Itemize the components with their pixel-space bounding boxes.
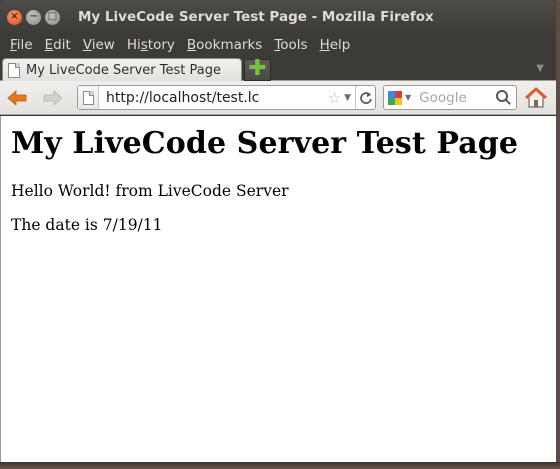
back-arrow-icon (7, 90, 27, 106)
page-content: My LiveCode Server Test Page Hello World… (0, 116, 556, 462)
navigation-toolbar: http://localhost/test.lc ☆ ▼ ▼ Google (0, 81, 556, 115)
search-icon[interactable] (496, 90, 508, 102)
forward-arrow-icon (43, 90, 63, 106)
menu-file[interactable]: File (4, 37, 39, 53)
tab-strip: My LiveCode Server Test Page ✚ ▼ (0, 56, 556, 82)
page-heading: My LiveCode Server Test Page (11, 126, 519, 161)
bookmark-star-icon[interactable]: ☆ (328, 89, 341, 107)
menu-help[interactable]: Help (314, 37, 357, 53)
back-button[interactable] (6, 87, 28, 109)
tab-active[interactable]: My LiveCode Server Test Page (2, 58, 242, 82)
desktop-background (556, 0, 560, 469)
menu-tools[interactable]: Tools (268, 37, 313, 53)
desktop-background-bottom (0, 462, 560, 469)
date-text: The date is 7/19/11 (11, 216, 163, 234)
page-icon (8, 63, 20, 78)
tab-list-chevron-down-icon[interactable]: ▼ (536, 63, 544, 74)
menu-bar: File Edit View History Bookmarks Tools H… (0, 34, 556, 56)
home-button[interactable] (524, 86, 548, 110)
new-tab-button[interactable]: ✚ (244, 56, 271, 81)
hello-text: Hello World! from LiveCode Server (11, 182, 289, 200)
reload-button[interactable] (355, 86, 375, 109)
menu-view[interactable]: View (77, 37, 121, 53)
home-icon (524, 87, 548, 108)
browser-window: × − □ My LiveCode Server Test Page - Moz… (0, 0, 556, 462)
search-engine-chevron-down-icon[interactable]: ▼ (405, 93, 411, 102)
menu-history[interactable]: History (121, 37, 181, 53)
url-input[interactable]: http://localhost/test.lc (106, 90, 328, 106)
google-icon[interactable] (388, 90, 402, 105)
url-bar[interactable]: http://localhost/test.lc ☆ ▼ (77, 85, 376, 110)
url-history-chevron-down-icon[interactable]: ▼ (344, 93, 351, 103)
tab-label: My LiveCode Server Test Page (26, 63, 221, 78)
search-input[interactable]: Google (419, 90, 496, 106)
search-bar[interactable]: ▼ Google (383, 85, 517, 110)
window-title: My LiveCode Server Test Page - Mozilla F… (78, 9, 434, 25)
site-identity-button[interactable] (78, 86, 99, 109)
title-bar: × − □ My LiveCode Server Test Page - Moz… (0, 0, 556, 34)
maximize-icon[interactable]: □ (45, 9, 60, 25)
menu-edit[interactable]: Edit (39, 37, 77, 53)
page-icon (82, 90, 94, 105)
forward-button[interactable] (42, 87, 64, 109)
minimize-icon[interactable]: − (26, 9, 41, 25)
menu-bookmarks[interactable]: Bookmarks (181, 37, 268, 53)
close-icon[interactable]: × (7, 9, 22, 25)
reload-icon (359, 91, 372, 104)
plus-icon: ✚ (248, 56, 267, 81)
